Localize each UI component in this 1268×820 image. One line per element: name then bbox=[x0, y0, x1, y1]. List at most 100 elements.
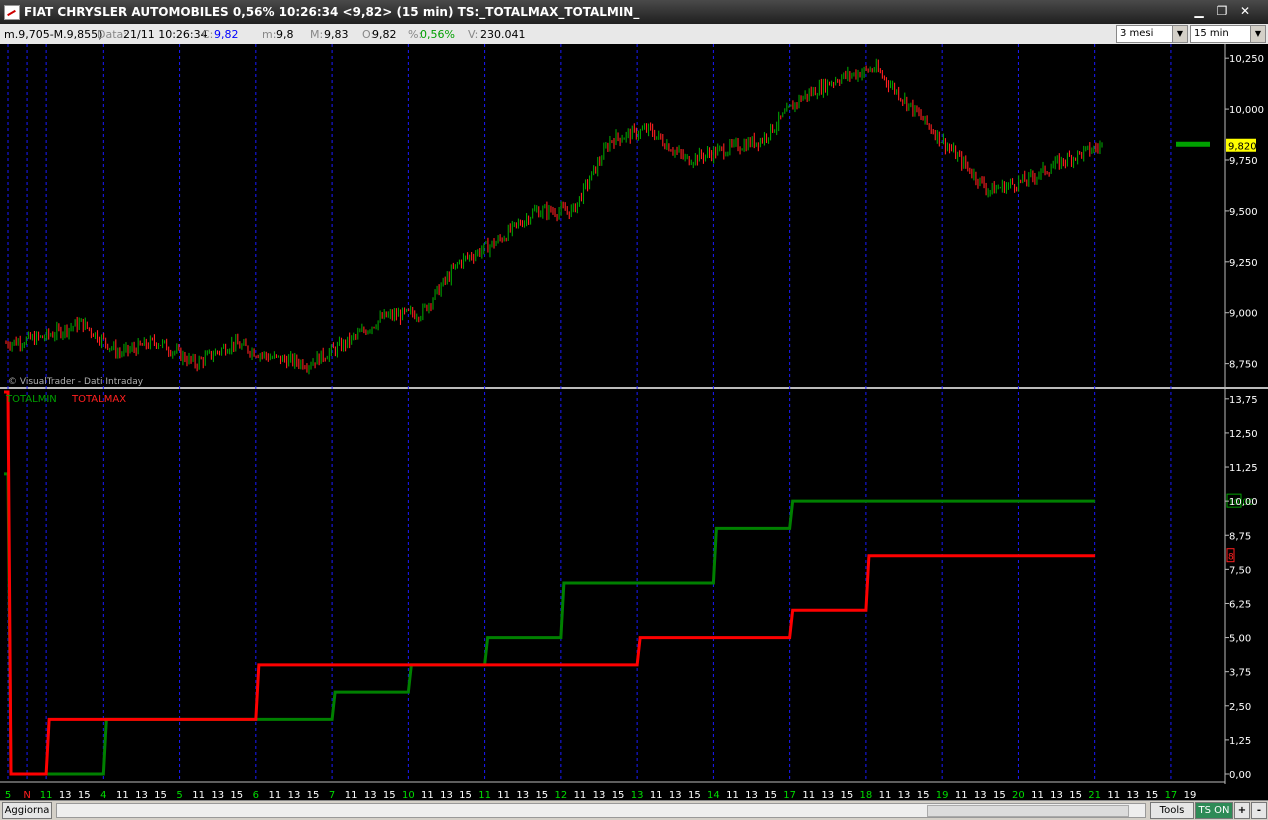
legend-totalmax: TOTALMAX bbox=[71, 394, 126, 405]
x-tick-label: 13 bbox=[669, 790, 682, 800]
zoom-out-button[interactable]: - bbox=[1251, 802, 1267, 819]
x-tick-label: 5 bbox=[176, 790, 182, 800]
price-tick-label: 10,250 bbox=[1229, 54, 1264, 65]
min-label: m: bbox=[262, 28, 277, 41]
x-tick-label: 12 bbox=[555, 790, 568, 800]
x-tick-label: 11 bbox=[650, 790, 663, 800]
x-tick-label: 11 bbox=[116, 790, 129, 800]
x-tick-label: 11 bbox=[40, 790, 53, 800]
restore-icon[interactable]: ❐ bbox=[1213, 3, 1231, 20]
window-title: FIAT CHRYSLER AUTOMOBILES 0,56% 10:26:34… bbox=[24, 5, 640, 19]
x-tick-label: 15 bbox=[917, 790, 930, 800]
close-value: 9,82 bbox=[214, 28, 239, 41]
x-tick-label: 14 bbox=[707, 790, 720, 800]
volume-label: V: bbox=[468, 28, 479, 41]
x-tick-label: 13 bbox=[59, 790, 72, 800]
x-tick-label: 15 bbox=[840, 790, 853, 800]
open-value: 9,82 bbox=[372, 28, 397, 41]
scrollbar-thumb[interactable] bbox=[927, 805, 1129, 817]
x-tick-label: 5 bbox=[5, 790, 11, 800]
x-tick-label: 15 bbox=[535, 790, 548, 800]
x-tick-label: 13 bbox=[745, 790, 758, 800]
x-tick-label: 18 bbox=[860, 790, 873, 800]
chart-area[interactable]: 9,820 10,00 8 5 N 11 13 15 4 11 13 15 5 11 13 15 6 11 13… bbox=[0, 44, 1268, 800]
legend-totalmin: TOTALMIN bbox=[5, 394, 57, 405]
indicator-tick-label: 13,75 bbox=[1229, 395, 1258, 406]
x-tick-label: 15 bbox=[688, 790, 701, 800]
indicator-tick-label: 10,00 bbox=[1229, 497, 1258, 508]
x-tick-label: 11 bbox=[1107, 790, 1120, 800]
indicator-tick-label: 12,50 bbox=[1229, 429, 1258, 440]
indicator-tick-label: 7,50 bbox=[1229, 565, 1251, 576]
x-tick-label: 13 bbox=[593, 790, 606, 800]
pct-value: 0,56% bbox=[420, 28, 455, 41]
window-titlebar: FIAT CHRYSLER AUTOMOBILES 0,56% 10:26:34… bbox=[0, 0, 1268, 24]
app-icon bbox=[4, 5, 20, 20]
x-tick-label: 11 bbox=[269, 790, 282, 800]
ts-on-button[interactable]: TS ON bbox=[1195, 802, 1233, 819]
x-tick-label: 13 bbox=[516, 790, 529, 800]
x-tick-label: 11 bbox=[726, 790, 739, 800]
x-tick-label: 13 bbox=[440, 790, 453, 800]
last-price-marker bbox=[1176, 141, 1210, 147]
zoom-in-button[interactable]: + bbox=[1234, 802, 1250, 819]
interval-select-value: 15 min bbox=[1194, 28, 1229, 39]
x-tick-label: 10 bbox=[402, 790, 415, 800]
interval-select[interactable]: 15 min ▼ bbox=[1190, 25, 1266, 43]
x-tick-label: 15 bbox=[993, 790, 1006, 800]
x-tick-label: 13 bbox=[211, 790, 224, 800]
totalmax-last-label: 8 bbox=[1228, 553, 1234, 563]
price-tick-label: 9,000 bbox=[1229, 309, 1258, 320]
x-tick-label: 19 bbox=[936, 790, 949, 800]
close-icon[interactable]: ✕ bbox=[1236, 3, 1254, 20]
x-tick-label: 20 bbox=[1012, 790, 1025, 800]
x-tick-label: 13 bbox=[1050, 790, 1063, 800]
x-tick-label: 13 bbox=[135, 790, 148, 800]
x-tick-label: 15 bbox=[154, 790, 167, 800]
x-tick-label: 15 bbox=[78, 790, 91, 800]
period-select[interactable]: 3 mesi ▼ bbox=[1116, 25, 1188, 43]
x-tick-label: 15 bbox=[383, 790, 396, 800]
x-tick-label: 11 bbox=[345, 790, 358, 800]
indicator-tick-label: 0,00 bbox=[1229, 770, 1251, 781]
x-tick-label: 15 bbox=[459, 790, 472, 800]
x-tick-label: 15 bbox=[1069, 790, 1082, 800]
max-value: 9,83 bbox=[324, 28, 349, 41]
x-tick-label: 15 bbox=[612, 790, 625, 800]
price-tick-label: 10,000 bbox=[1229, 105, 1264, 116]
close-label: C: bbox=[202, 28, 214, 41]
volume-value: 230.041 bbox=[480, 28, 526, 41]
x-tick-label: 15 bbox=[764, 790, 777, 800]
x-tick-label: 19 bbox=[1184, 790, 1197, 800]
tools-button[interactable]: Tools bbox=[1150, 802, 1194, 819]
price-tick-label: 8,750 bbox=[1229, 360, 1258, 371]
x-tick-label: 15 bbox=[230, 790, 243, 800]
x-tick-label: 13 bbox=[974, 790, 987, 800]
x-tick-label: 13 bbox=[821, 790, 834, 800]
indicator-tick-label: 8,75 bbox=[1229, 531, 1251, 542]
x-tick-label: 11 bbox=[421, 790, 434, 800]
x-tick-label: 17 bbox=[783, 790, 796, 800]
refresh-button[interactable]: Aggiorna bbox=[2, 802, 52, 819]
min-value: 9,8 bbox=[276, 28, 294, 41]
x-tick-label: 17 bbox=[1165, 790, 1178, 800]
x-tick-label: 13 bbox=[631, 790, 644, 800]
price-tick-label: 9,750 bbox=[1229, 156, 1258, 167]
range-text: m.9,705-M.9,855) bbox=[4, 28, 103, 41]
horizontal-scrollbar[interactable] bbox=[56, 803, 1146, 818]
data-value: 21/11 10:26:34 bbox=[123, 28, 208, 41]
x-tick-label: 13 bbox=[898, 790, 911, 800]
x-tick-label: 11 bbox=[802, 790, 815, 800]
indicator-tick-label: 11,25 bbox=[1229, 463, 1258, 474]
x-tick-label: 11 bbox=[955, 790, 968, 800]
period-select-value: 3 mesi bbox=[1120, 28, 1154, 39]
chevron-down-icon[interactable]: ▼ bbox=[1172, 26, 1187, 42]
x-tick-label: 11 bbox=[1031, 790, 1044, 800]
x-tick-label: 11 bbox=[497, 790, 510, 800]
price-tick-label: 9,500 bbox=[1229, 207, 1258, 218]
last-price-label: 9,820 bbox=[1228, 142, 1257, 153]
quote-infobar: m.9,705-M.9,855) Data: 21/11 10:26:34 C:… bbox=[0, 24, 1268, 45]
chevron-down-icon[interactable]: ▼ bbox=[1250, 26, 1265, 42]
minimize-icon[interactable]: ▁ bbox=[1190, 3, 1208, 20]
x-tick-label: 7 bbox=[329, 790, 335, 800]
